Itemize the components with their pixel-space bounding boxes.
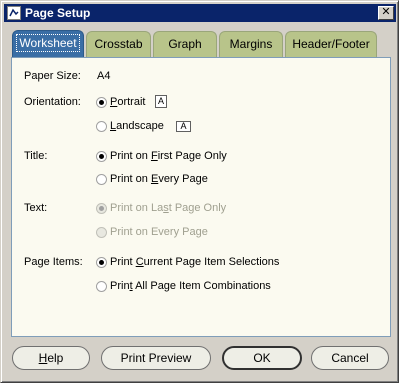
title-first-page-label[interactable]: Print on First Page Only bbox=[110, 150, 227, 163]
text-every-page-label: Print on Every Page bbox=[110, 226, 208, 238]
tab-header-footer[interactable]: Header/Footer bbox=[285, 31, 377, 57]
title-bar: Page Setup ✕ bbox=[4, 4, 396, 22]
cancel-button[interactable]: Cancel bbox=[311, 346, 389, 370]
title-every-page-label[interactable]: Print on Every Page bbox=[110, 173, 208, 186]
portrait-icon: A bbox=[155, 95, 167, 108]
orientation-label: Orientation: bbox=[24, 96, 81, 108]
tab-margins-label: Margins bbox=[229, 37, 273, 51]
tab-worksheet-label: Worksheet bbox=[16, 34, 80, 52]
text-last-page-radio bbox=[96, 203, 107, 214]
paper-size-label: Paper Size: bbox=[24, 70, 81, 82]
print-preview-button[interactable]: Print Preview bbox=[101, 346, 211, 370]
app-icon bbox=[7, 6, 21, 20]
title-every-page-radio[interactable] bbox=[96, 174, 107, 185]
close-button[interactable]: ✕ bbox=[378, 6, 394, 20]
landscape-radio[interactable] bbox=[96, 121, 107, 132]
title-label: Title: bbox=[24, 150, 48, 162]
page-items-all-radio[interactable] bbox=[96, 281, 107, 292]
page-items-current-radio[interactable] bbox=[96, 257, 107, 268]
tab-worksheet[interactable]: Worksheet bbox=[12, 30, 84, 58]
title-first-page-radio[interactable] bbox=[96, 151, 107, 162]
window-title: Page Setup bbox=[25, 6, 91, 20]
page-items-all-label[interactable]: Print All Page Item Combinations bbox=[110, 280, 271, 293]
page-setup-dialog: Page Setup ✕ Worksheet Crosstab Graph Ma… bbox=[0, 0, 399, 383]
tab-crosstab-label: Crosstab bbox=[94, 37, 143, 51]
text-last-page-label: Print on Last Page Only bbox=[110, 202, 227, 214]
ok-button[interactable]: OK bbox=[222, 346, 302, 370]
tab-graph-label: Graph bbox=[168, 37, 202, 51]
page-items-label: Page Items: bbox=[24, 256, 83, 268]
landscape-option-label[interactable]: Landscape bbox=[110, 120, 164, 133]
tab-graph[interactable]: Graph bbox=[153, 31, 217, 57]
page-items-current-label[interactable]: Print Current Page Item Selections bbox=[110, 256, 279, 269]
paper-size-value: A4 bbox=[97, 70, 111, 82]
portrait-radio[interactable] bbox=[96, 97, 107, 108]
tab-margins[interactable]: Margins bbox=[219, 31, 283, 57]
help-button[interactable]: Help bbox=[12, 346, 90, 370]
tab-crosstab[interactable]: Crosstab bbox=[86, 31, 151, 57]
tab-header-footer-label: Header/Footer bbox=[292, 37, 370, 51]
close-icon: ✕ bbox=[381, 6, 391, 18]
portrait-option-label[interactable]: Portrait bbox=[110, 96, 145, 109]
landscape-icon: A bbox=[176, 121, 191, 132]
text-label: Text: bbox=[24, 202, 48, 214]
text-every-page-radio bbox=[96, 227, 107, 238]
